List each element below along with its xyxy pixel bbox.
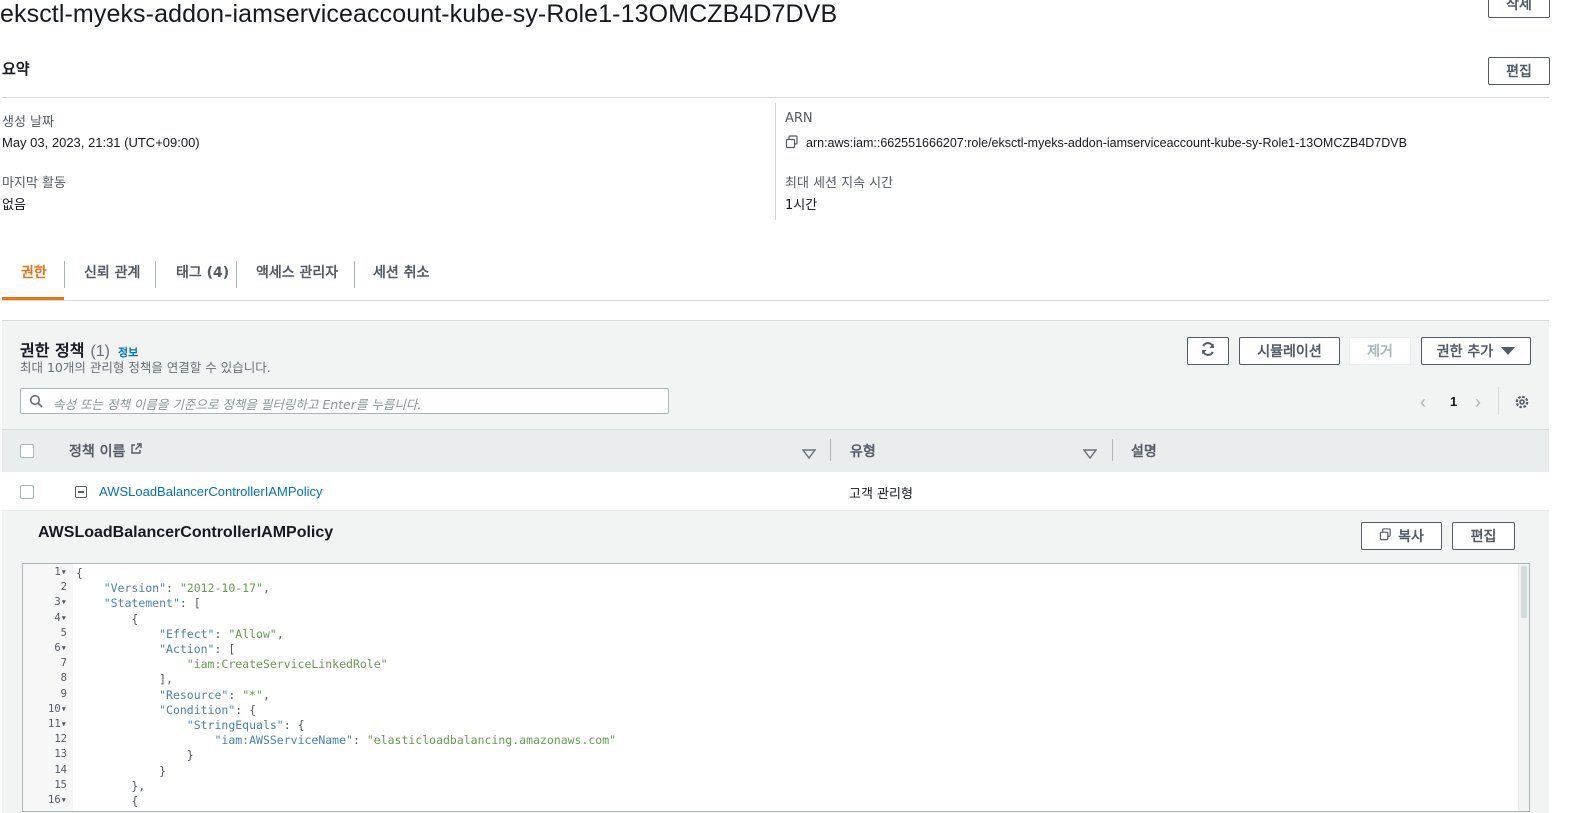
row-checkbox[interactable] xyxy=(20,485,34,499)
code-line: }, xyxy=(76,778,146,793)
line-number: 14 xyxy=(54,763,67,776)
arn-value: arn:aws:iam::662551666207:role/eksctl-my… xyxy=(806,136,1407,150)
tab-trust-relationships[interactable]: 신뢰 관계 xyxy=(84,262,140,282)
scrollbar[interactable] xyxy=(1518,564,1529,811)
select-all-checkbox[interactable] xyxy=(20,444,34,458)
caret-down-icon xyxy=(1501,347,1516,355)
code-line: "iam:AWSServiceName": "elasticloadbalanc… xyxy=(214,733,617,748)
tab-revoke-sessions[interactable]: 세션 취소 xyxy=(373,262,429,282)
delete-button[interactable]: 삭제 xyxy=(1488,0,1550,18)
line-number: 13 xyxy=(54,748,67,761)
code-line: "Version": "2012-10-17", xyxy=(103,581,270,596)
remove-button[interactable]: 제거 xyxy=(1349,337,1411,365)
tab-permissions[interactable]: 권한 xyxy=(21,262,47,282)
code-line: "Condition": { xyxy=(159,702,257,717)
line-number: 10▾ xyxy=(48,702,67,715)
add-permissions-button[interactable]: 권한 추가 xyxy=(1421,337,1531,365)
simulate-button[interactable]: 시뮬레이션 xyxy=(1239,337,1340,365)
line-number: 5 xyxy=(60,626,67,639)
code-line: { xyxy=(76,566,83,580)
add-permissions-label: 권한 추가 xyxy=(1436,344,1494,360)
refresh-button[interactable] xyxy=(1187,337,1229,365)
policy-name-link[interactable]: AWSLoadBalancerControllerIAMPolicy xyxy=(99,484,323,499)
sort-icon[interactable] xyxy=(801,446,817,464)
code-line: "Statement": [ xyxy=(103,596,201,611)
policy-json-editor[interactable]: 1▾ {2 "Version": "2012-10-17", 3▾ "Stateme… xyxy=(22,563,1530,812)
created-label: 생성 날짜 xyxy=(2,115,54,130)
policy-type: 고객 관리형 xyxy=(849,487,913,502)
code-line: { xyxy=(76,794,139,808)
code-line: "iam:CreateServiceLinkedRole" xyxy=(186,657,388,672)
tab-access-advisor[interactable]: 액세스 관리자 xyxy=(256,262,338,282)
settings-gear-icon[interactable] xyxy=(1514,394,1530,415)
copy-button[interactable]: 복사 xyxy=(1361,522,1442,550)
arn-label: ARN xyxy=(785,111,813,126)
search-placeholder: 속성 또는 정책 이름을 기준으로 정책을 필터링하고 Enter를 누릅니다. xyxy=(53,397,422,412)
column-type[interactable]: 유형 xyxy=(850,441,876,461)
line-number: 6▾ xyxy=(54,642,67,654)
table-header xyxy=(2,429,1549,474)
created-value: May 03, 2023, 21:31 (UTC+09:00) xyxy=(2,135,200,150)
max-session-value: 1시간 xyxy=(785,198,818,213)
policy-detail-title: AWSLoadBalancerControllerIAMPolicy xyxy=(38,524,334,541)
collapse-icon[interactable] xyxy=(75,486,87,498)
copy-icon[interactable] xyxy=(785,135,801,151)
column-description[interactable]: 설명 xyxy=(1131,441,1157,461)
line-number: 7 xyxy=(60,657,67,670)
column-policy-name-label: 정책 이름 xyxy=(69,444,126,460)
line-number: 11▾ xyxy=(48,718,67,730)
line-number: 12 xyxy=(54,733,67,746)
summary-heading: 요약 xyxy=(2,60,30,78)
column-policy-name[interactable]: 정책 이름 xyxy=(69,441,143,461)
copy-label: 복사 xyxy=(1398,529,1424,545)
code-line: "Effect": "Allow", xyxy=(159,626,284,641)
max-session-label: 최대 세션 지속 시간 xyxy=(785,176,894,191)
next-page-icon[interactable]: › xyxy=(1475,392,1481,413)
line-number: 15 xyxy=(54,778,67,791)
last-activity-label: 마지막 활동 xyxy=(2,176,66,191)
copy-icon xyxy=(1379,527,1392,545)
code-line: } xyxy=(76,748,194,763)
external-link-icon xyxy=(130,443,143,459)
line-number: 1▾ xyxy=(54,566,67,578)
line-number: 8 xyxy=(60,672,67,685)
summary-edit-button[interactable]: 편집 xyxy=(1488,57,1550,85)
policies-description: 최대 10개의 관리형 정책을 연결할 수 있습니다. xyxy=(20,360,271,375)
line-number: 4▾ xyxy=(54,611,67,624)
line-number: 2 xyxy=(60,581,67,594)
code-line: } xyxy=(76,763,167,778)
code-line: "Resource": "*", xyxy=(159,687,270,702)
policy-search-field[interactable]: 속성 또는 정책 이름을 기준으로 정책을 필터링하고 Enter를 누릅니다. xyxy=(20,388,669,414)
code-line: "Action": [ xyxy=(159,642,236,656)
search-icon xyxy=(29,394,43,413)
sort-icon[interactable] xyxy=(1082,446,1098,464)
previous-page-icon[interactable]: ‹ xyxy=(1420,392,1426,413)
page-number[interactable]: 1 xyxy=(1450,394,1457,409)
code-line: ], xyxy=(76,672,173,687)
last-activity-value: 없음 xyxy=(2,198,26,213)
tab-tags[interactable]: 태그 (4) xyxy=(176,262,229,282)
line-number: 16▾ xyxy=(48,794,67,806)
code-line: "StringEquals": { xyxy=(186,718,305,732)
code-line: { xyxy=(76,611,139,626)
line-number: 9 xyxy=(60,687,67,700)
line-number: 3▾ xyxy=(54,596,67,609)
refresh-icon xyxy=(1200,341,1216,361)
policy-edit-button[interactable]: 편집 xyxy=(1452,522,1515,550)
page-title: eksctl-myeks-addon-iamserviceaccount-kub… xyxy=(0,0,838,28)
arn-row: arn:aws:iam::662551666207:role/eksctl-my… xyxy=(785,135,1407,151)
